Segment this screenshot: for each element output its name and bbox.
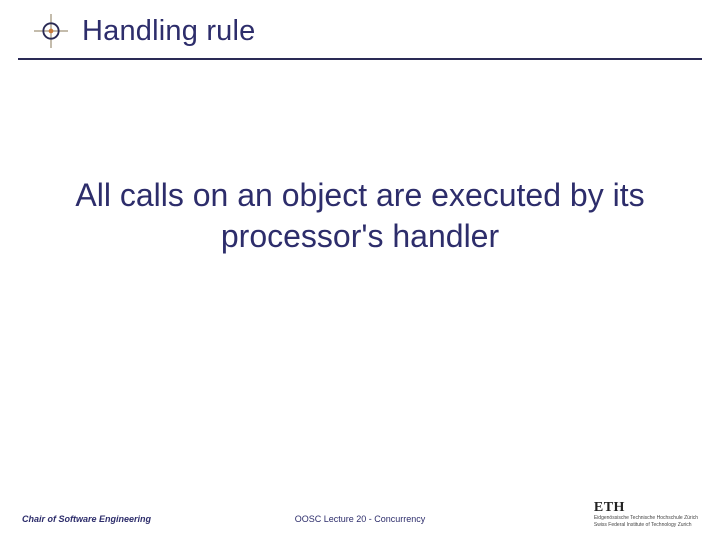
footer-logo: ETH Eidgenössische Technische Hochschule… <box>594 501 698 528</box>
slide-title: Handling rule <box>82 15 256 48</box>
slide-header: Handling rule <box>18 0 702 60</box>
eth-logo-sub2: Swiss Federal Institute of Technology Zu… <box>594 523 698 529</box>
body-text: All calls on an object are executed by i… <box>40 175 680 257</box>
slide-body: All calls on an object are executed by i… <box>40 175 680 257</box>
cross-dot-icon <box>34 14 68 48</box>
eth-logo-sub1: Eidgenössische Technische Hochschule Zür… <box>594 516 698 522</box>
slide-footer: Chair of Software Engineering OOSC Lectu… <box>0 498 720 528</box>
footer-left: Chair of Software Engineering <box>22 514 151 524</box>
footer-center: OOSC Lecture 20 - Concurrency <box>295 514 426 524</box>
eth-logo-text: ETH <box>594 501 698 515</box>
